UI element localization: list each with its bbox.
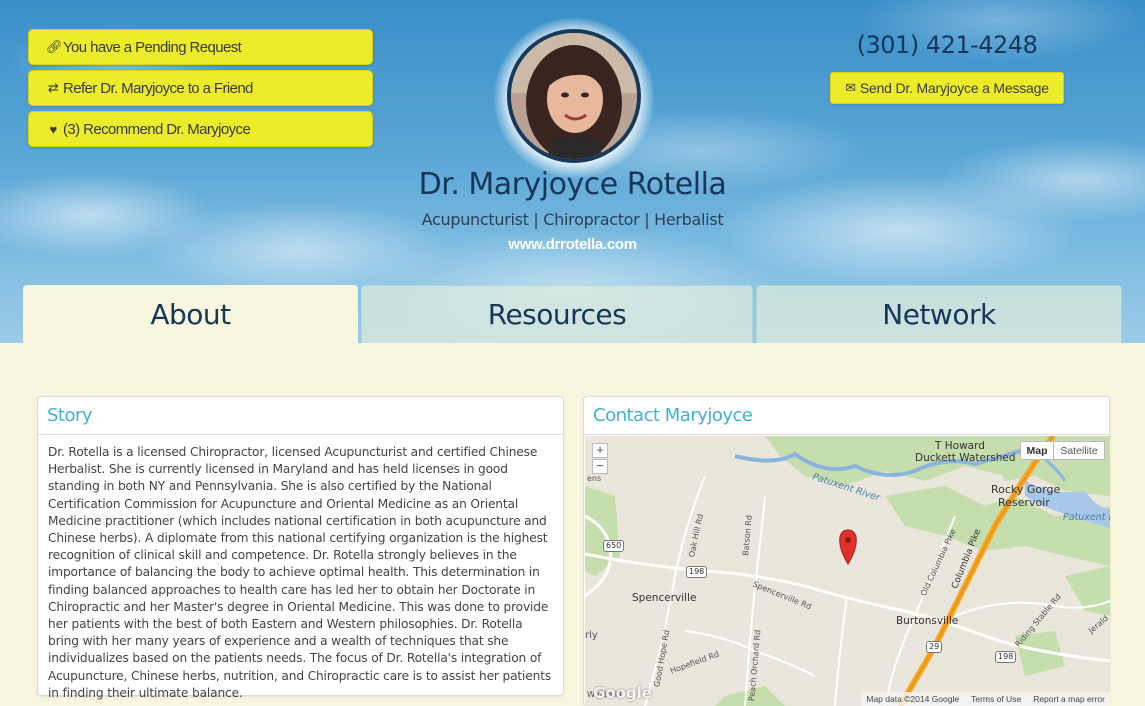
swap-arrows-icon: ⇄ — [47, 80, 59, 95]
google-logo: Google — [593, 684, 652, 702]
link-icon: 🔗︎ — [46, 39, 63, 54]
route-shield: 198 — [686, 566, 708, 578]
map-data-credit: Map data ©2014 Google — [866, 694, 960, 704]
story-text: Dr. Rotella is a licensed Chiropractor, … — [48, 445, 552, 700]
map-type-satellite-button[interactable]: Satellite — [1053, 441, 1105, 460]
recommend-label: (3) Recommend Dr. Maryjoyce — [63, 120, 251, 138]
map-label: Patuxent R — [1063, 512, 1110, 523]
refer-friend-button[interactable]: ⇄ Refer Dr. Maryjoyce to a Friend — [28, 70, 373, 106]
map-footer: Map data ©2014 Google Terms of Use Repor… — [861, 692, 1110, 706]
tab-about[interactable]: About — [23, 285, 358, 343]
story-title: Story — [38, 397, 563, 435]
send-message-button[interactable]: ✉ Send Dr. Maryjoyce a Message — [830, 72, 1064, 104]
pending-request-label: You have a Pending Request — [63, 38, 242, 56]
send-message-label: Send Dr. Maryjoyce a Message — [859, 80, 1049, 96]
map[interactable]: + − Map Satellite T Howard Duckett Water… — [585, 436, 1110, 706]
map-label: T Howard — [935, 440, 985, 452]
map-label: Burtonsville — [896, 615, 959, 627]
map-label: Reservoir — [998, 496, 1050, 509]
envelope-icon: ✉ — [845, 80, 856, 95]
report-map-error-link[interactable]: Report a map error — [1033, 694, 1105, 704]
doctor-name: Dr. Maryjoyce Rotella — [418, 167, 727, 202]
zoom-in-button[interactable]: + — [592, 443, 608, 458]
recommend-button[interactable]: ♥ (3) Recommend Dr. Maryjoyce — [28, 111, 373, 147]
hero-banner: 🔗︎ You have a Pending Request ⇄ Refer Dr… — [0, 0, 1145, 343]
tab-resources-label: Resources — [487, 298, 627, 331]
phone-number[interactable]: (301) 421-4248 — [832, 31, 1062, 59]
route-shield: 198 — [995, 651, 1017, 663]
zoom-out-button[interactable]: − — [592, 459, 608, 474]
avatar — [507, 29, 641, 163]
map-type-map-button[interactable]: Map — [1020, 441, 1054, 460]
heart-icon: ♥ — [49, 121, 57, 137]
route-shield: 29 — [926, 641, 943, 653]
route-shield: 650 — [603, 540, 625, 552]
map-label: Rocky Gorge — [991, 483, 1061, 496]
contact-title: Contact Maryjoyce — [584, 397, 1109, 435]
tab-resources[interactable]: Resources — [361, 285, 753, 343]
terms-of-use-link[interactable]: Terms of Use — [971, 694, 1021, 704]
tab-network-label: Network — [882, 298, 996, 331]
doctor-specialty: Acupuncturist | Chiropractor | Herbalist — [421, 210, 724, 229]
tab-network[interactable]: Network — [756, 285, 1122, 343]
map-label: Spencerville — [632, 592, 697, 604]
story-panel: Story Dr. Rotella is a licensed Chiropra… — [37, 396, 564, 700]
tab-about-label: About — [150, 297, 231, 331]
map-label: ens — [587, 474, 602, 483]
avatar-photo — [511, 33, 637, 159]
refer-friend-label: Refer Dr. Maryjoyce to a Friend — [63, 79, 253, 97]
contact-panel: Contact Maryjoyce + − Map Satellite T Ho… — [583, 396, 1110, 706]
pending-request-button[interactable]: 🔗︎ You have a Pending Request — [28, 29, 373, 65]
website-link[interactable]: www.drrotella.com — [0, 236, 1145, 253]
map-label: Duckett Watershed — [915, 452, 1016, 464]
map-label: rly — [585, 630, 598, 641]
